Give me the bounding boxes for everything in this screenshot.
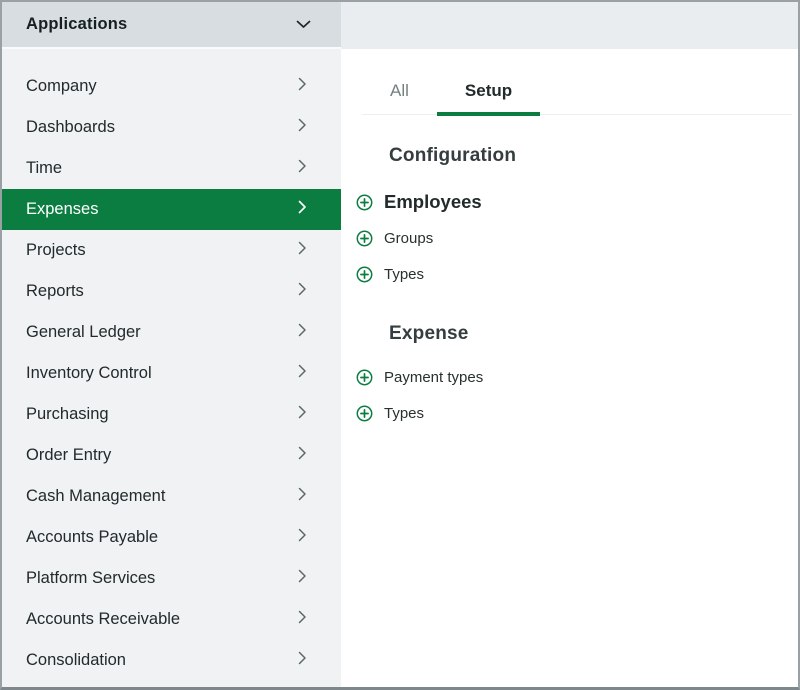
chevron-down-icon bbox=[296, 16, 311, 34]
chevron-right-icon bbox=[298, 487, 307, 506]
plus-circle-icon[interactable] bbox=[356, 230, 373, 247]
sidebar-item-cash-management[interactable]: Cash Management bbox=[2, 476, 341, 517]
sidebar-item-order-entry[interactable]: Order Entry bbox=[2, 435, 341, 476]
setup-item-label[interactable]: Types bbox=[384, 405, 424, 422]
sidebar-item-inventory-control[interactable]: Inventory Control bbox=[2, 353, 341, 394]
setup-item-types-configuration[interactable]: Types bbox=[356, 266, 778, 283]
setup-content: Configuration Employees Groups Types bbox=[341, 115, 798, 422]
sidebar-item-label: Cash Management bbox=[26, 487, 298, 506]
sidebar-item-label: Platform Services bbox=[26, 569, 298, 588]
sidebar-item-accounts-receivable[interactable]: Accounts Receivable bbox=[2, 599, 341, 640]
tab-setup[interactable]: Setup bbox=[437, 72, 540, 114]
sidebar-item-time[interactable]: Time bbox=[2, 148, 341, 189]
tab-bar: All Setup bbox=[362, 72, 792, 115]
sidebar-item-dashboards[interactable]: Dashboards bbox=[2, 107, 341, 148]
applications-sidebar: Applications Company Dashboards Time Exp… bbox=[2, 2, 341, 687]
sidebar-item-reports[interactable]: Reports bbox=[2, 271, 341, 312]
sidebar-item-label: Company bbox=[26, 77, 298, 96]
setup-item-types-expense[interactable]: Types bbox=[356, 405, 778, 422]
chevron-right-icon bbox=[298, 118, 307, 137]
applications-menu-header[interactable]: Applications bbox=[2, 2, 341, 49]
expenses-menu-panel: All Setup Configuration Employees Groups bbox=[341, 2, 798, 687]
setup-item-groups[interactable]: Groups bbox=[356, 230, 778, 247]
setup-item-label[interactable]: Payment types bbox=[384, 369, 483, 386]
sidebar-item-accounts-payable[interactable]: Accounts Payable bbox=[2, 517, 341, 558]
sidebar-item-label: Inventory Control bbox=[26, 364, 298, 383]
chevron-right-icon bbox=[298, 364, 307, 383]
applications-window: Applications Company Dashboards Time Exp… bbox=[0, 0, 800, 690]
sidebar-item-label: Time bbox=[26, 159, 298, 178]
chevron-right-icon bbox=[298, 569, 307, 588]
plus-circle-icon[interactable] bbox=[356, 194, 373, 211]
plus-circle-icon[interactable] bbox=[356, 405, 373, 422]
setup-item-label[interactable]: Groups bbox=[384, 230, 433, 247]
sidebar-item-projects[interactable]: Projects bbox=[2, 230, 341, 271]
sidebar-item-label: Expenses bbox=[26, 200, 298, 219]
chevron-right-icon bbox=[298, 323, 307, 342]
chevron-right-icon bbox=[298, 528, 307, 547]
chevron-right-icon bbox=[298, 610, 307, 629]
sidebar-item-purchasing[interactable]: Purchasing bbox=[2, 394, 341, 435]
applications-title: Applications bbox=[26, 15, 127, 34]
plus-circle-icon[interactable] bbox=[356, 369, 373, 386]
chevron-right-icon bbox=[298, 159, 307, 178]
sidebar-item-general-ledger[interactable]: General Ledger bbox=[2, 312, 341, 353]
setup-item-payment-types[interactable]: Payment types bbox=[356, 369, 778, 386]
sidebar-item-label: Accounts Payable bbox=[26, 528, 298, 547]
sidebar-item-company[interactable]: Company bbox=[2, 66, 341, 107]
chevron-right-icon bbox=[298, 651, 307, 670]
setup-item-label[interactable]: Employees bbox=[384, 191, 482, 213]
section-heading-configuration: Configuration bbox=[389, 145, 778, 167]
sidebar-item-label: Projects bbox=[26, 241, 298, 260]
sidebar-item-label: General Ledger bbox=[26, 323, 298, 342]
sidebar-item-label: Consolidation bbox=[26, 651, 298, 670]
plus-circle-icon[interactable] bbox=[356, 266, 373, 283]
sidebar-item-label: Purchasing bbox=[26, 405, 298, 424]
sidebar-item-label: Dashboards bbox=[26, 118, 298, 137]
sidebar-item-label: Reports bbox=[26, 282, 298, 301]
top-strip bbox=[341, 2, 798, 49]
setup-item-employees[interactable]: Employees bbox=[356, 191, 778, 213]
sidebar-item-label: Accounts Receivable bbox=[26, 610, 298, 629]
chevron-right-icon bbox=[298, 282, 307, 301]
section-heading-expense: Expense bbox=[389, 323, 778, 345]
tab-all[interactable]: All bbox=[362, 72, 437, 114]
chevron-right-icon bbox=[298, 446, 307, 465]
sidebar-item-platform-services[interactable]: Platform Services bbox=[2, 558, 341, 599]
chevron-right-icon bbox=[298, 241, 307, 260]
sidebar-item-consolidation[interactable]: Consolidation bbox=[2, 640, 341, 681]
chevron-right-icon bbox=[298, 200, 307, 219]
sidebar-item-expenses[interactable]: Expenses bbox=[2, 189, 341, 230]
chevron-right-icon bbox=[298, 77, 307, 96]
chevron-right-icon bbox=[298, 405, 307, 424]
setup-item-label[interactable]: Types bbox=[384, 266, 424, 283]
applications-nav: Company Dashboards Time Expenses Project… bbox=[2, 49, 341, 681]
sidebar-item-label: Order Entry bbox=[26, 446, 298, 465]
